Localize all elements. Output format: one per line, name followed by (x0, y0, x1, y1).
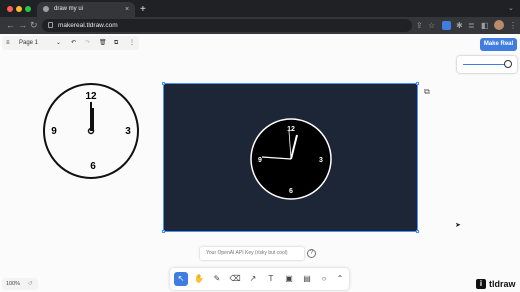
copy-frame-icon[interactable]: ⧉ (424, 87, 430, 96)
page-name[interactable]: Page 1 (19, 36, 38, 50)
trash-icon[interactable]: 🗑 (99, 36, 107, 50)
forward-icon[interactable]: → (18, 17, 27, 34)
frame-clock-number-3: 3 (319, 157, 323, 164)
lock-icon (48, 22, 53, 28)
resize-handle-bottom-right[interactable] (416, 230, 419, 233)
extension-icon[interactable] (442, 21, 451, 30)
mouse-cursor-icon: ➤ (455, 222, 461, 229)
tab-favicon (43, 6, 49, 12)
frame-clock: 12 3 6 9 (250, 118, 332, 200)
slider-track[interactable] (463, 64, 507, 65)
slider-thumb[interactable] (504, 60, 512, 68)
new-tab-icon[interactable]: + (140, 2, 146, 17)
frame-clock-number-12: 12 (287, 126, 295, 133)
main-menu-icon[interactable]: ≡ (6, 36, 10, 50)
tab-close-icon[interactable]: × (125, 2, 129, 17)
resize-handle-bottom-left[interactable] (162, 230, 165, 233)
frame-clock-number-9: 9 (258, 157, 262, 164)
clock-number-9: 9 (51, 126, 57, 137)
clock-number-6: 6 (90, 161, 96, 172)
browser-tab[interactable]: draw my ui × (37, 2, 135, 17)
back-icon[interactable]: ← (6, 17, 15, 34)
browser-tab-strip: draw my ui × + ⌄ (0, 0, 520, 17)
reload-icon[interactable]: ↻ (30, 17, 38, 34)
tldraw-brand[interactable]: i tldraw (475, 277, 519, 291)
resize-handle-top-left[interactable] (162, 82, 165, 85)
duplicate-icon[interactable]: ⧉ (114, 36, 118, 50)
url-text: makereal.tldraw.com (58, 22, 118, 29)
frame-clock-number-6: 6 (289, 188, 293, 195)
text-tool-icon[interactable]: T (264, 272, 278, 286)
sidebar-icon[interactable]: ◧ (481, 21, 489, 30)
share-icon[interactable]: ⇪ (416, 21, 423, 30)
generated-ui-frame[interactable]: 12 3 6 9 (163, 83, 418, 232)
browser-toolbar: ← → ↻ makereal.tldraw.com ⇪ ☆ ✱ ≣ ◧ ⋮ (0, 17, 520, 34)
hand-tool-icon[interactable]: ✋ (192, 272, 206, 286)
address-bar[interactable]: makereal.tldraw.com (42, 19, 412, 32)
brand-label: tldraw (489, 279, 516, 289)
minimize-window-dot[interactable] (16, 6, 22, 12)
more-tools-icon[interactable]: ⌃ (333, 272, 347, 286)
undo-icon[interactable]: ↶ (71, 36, 76, 50)
make-real-button[interactable]: Make Real (480, 38, 517, 51)
puzzle-icon[interactable]: ✱ (456, 21, 463, 30)
zoom-level: 100% (6, 281, 21, 287)
tool-palette: ↖ ✋ ✎ ⌫ ↗ T ▣ ▤ ○ ⌃ (170, 268, 349, 290)
more-actions-icon[interactable]: ⋮ (129, 36, 135, 50)
close-window-dot[interactable] (7, 6, 13, 12)
zoom-menu[interactable]: 100% ↺ (2, 278, 38, 290)
zoom-window-dot[interactable] (25, 6, 31, 12)
style-slider-panel (457, 56, 517, 73)
resize-handle-top-right[interactable] (416, 82, 419, 85)
tab-list-chevron-icon[interactable]: ⌄ (508, 2, 514, 15)
zoom-undo-icon[interactable]: ↺ (28, 278, 33, 290)
clock-drawing[interactable]: 12 3 6 9 (42, 82, 142, 182)
clock-number-12: 12 (85, 91, 97, 102)
help-icon[interactable]: ? (307, 249, 316, 258)
tldraw-logo-icon: i (476, 279, 486, 289)
kebab-menu-icon[interactable]: ⋮ (509, 21, 517, 30)
avatar[interactable] (494, 20, 504, 30)
page-menu-bar: ≡ Page 1 ⌄ ↶ ↷ 🗑 ⧉ ⋮ (2, 36, 139, 50)
draw-tool-icon[interactable]: ✎ (210, 272, 224, 286)
reading-list-icon[interactable]: ≣ (468, 21, 475, 30)
arrow-tool-icon[interactable]: ↗ (246, 272, 260, 286)
tab-title: draw my ui (54, 6, 84, 12)
select-tool-icon[interactable]: ↖ (174, 272, 188, 286)
bookmark-star-icon[interactable]: ☆ (428, 21, 435, 30)
image-tool-icon[interactable]: ▤ (300, 272, 314, 286)
ellipse-tool-icon[interactable]: ○ (317, 272, 331, 286)
page-chevron-down-icon[interactable]: ⌄ (56, 36, 61, 50)
clock-number-3: 3 (125, 126, 131, 137)
note-tool-icon[interactable]: ▣ (282, 272, 296, 286)
redo-icon[interactable]: ↷ (85, 36, 90, 50)
api-key-input[interactable] (200, 247, 304, 260)
eraser-tool-icon[interactable]: ⌫ (228, 272, 242, 286)
